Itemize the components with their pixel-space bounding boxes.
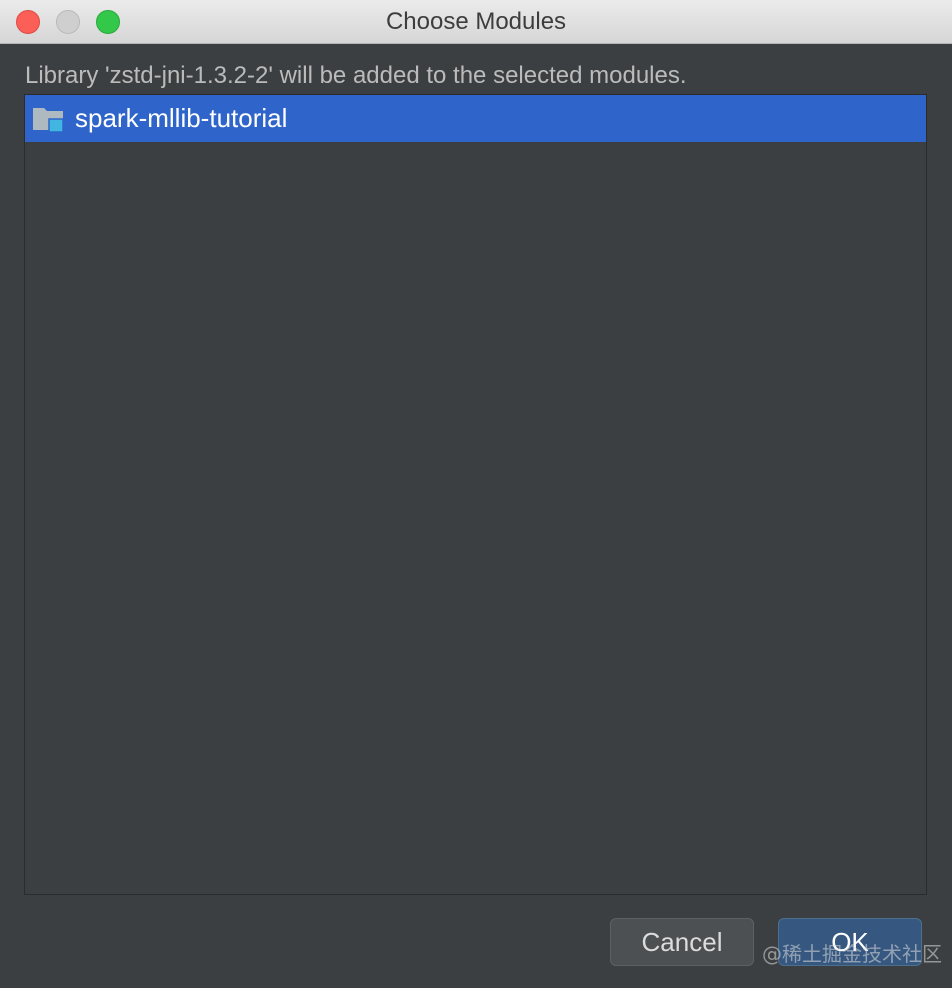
info-message: Library 'zstd-jni-1.3.2-2' will be added… — [25, 62, 687, 89]
watermark: @稀土掘金技术社区 — [762, 942, 942, 966]
modules-list[interactable]: spark-mllib-tutorial — [24, 94, 927, 895]
window-title: Choose Modules — [385, 8, 567, 35]
cancel-button[interactable]: Cancel — [610, 918, 754, 966]
title-bar: Choose Modules — [0, 0, 952, 44]
module-label: spark-mllib-tutorial — [75, 103, 288, 133]
list-item-module[interactable]: spark-mllib-tutorial — [25, 95, 926, 142]
module-folder-icon — [33, 108, 64, 133]
